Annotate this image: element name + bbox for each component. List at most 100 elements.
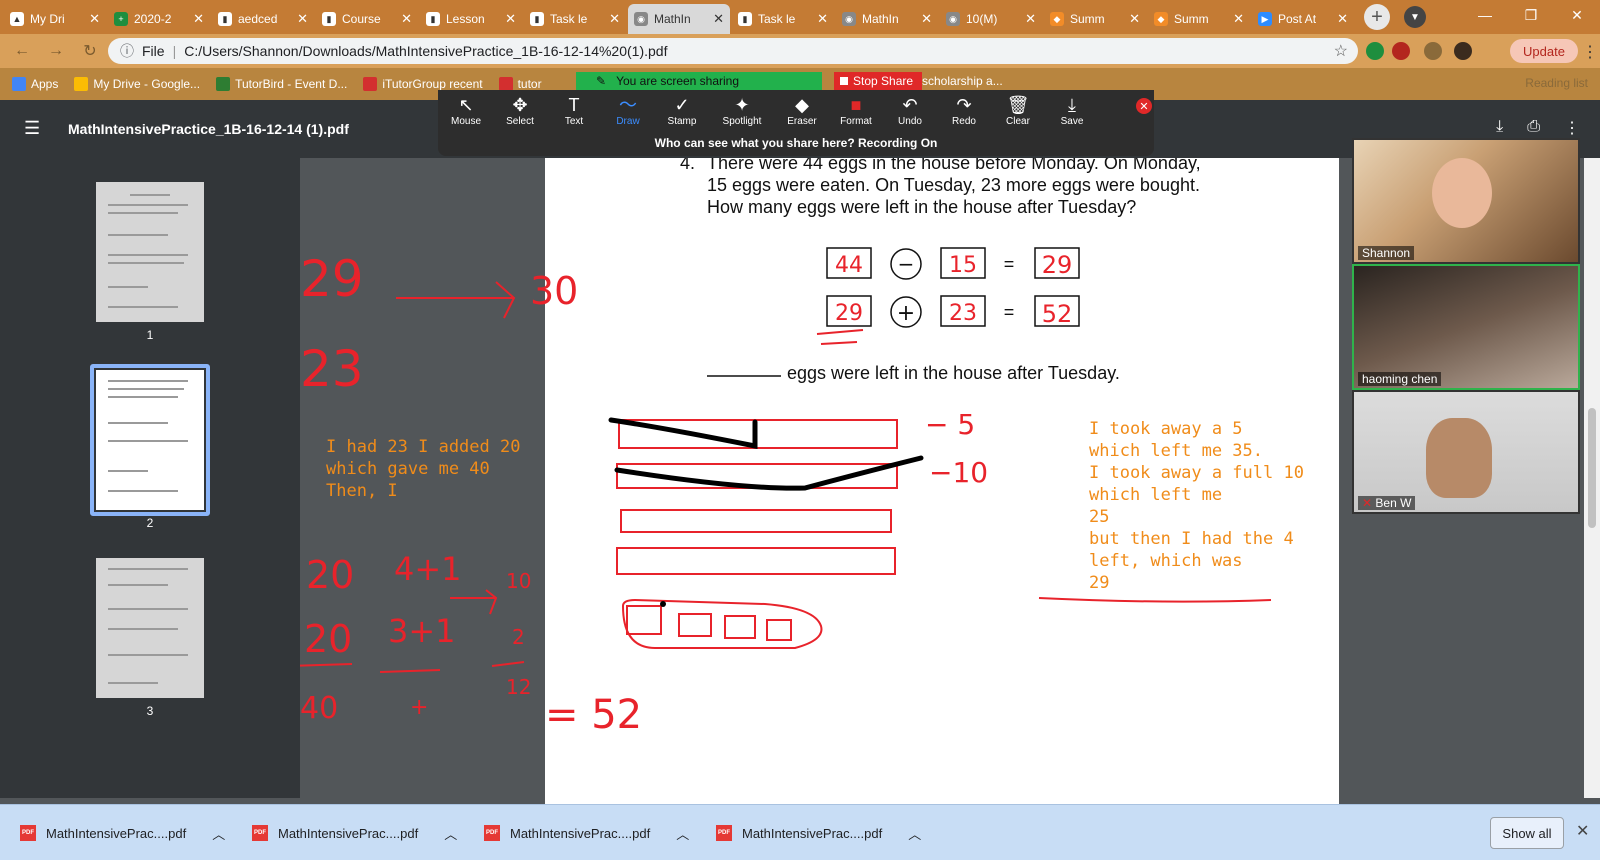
page-thumbnail-3[interactable] [96,558,204,698]
tool-clear[interactable]: 🗑 Clear [994,94,1042,127]
puzzle-icon[interactable] [1424,42,1442,60]
reading-list[interactable]: Reading list [1525,76,1588,90]
bookmark-tutorbird[interactable]: TutorBird - Event D... [216,77,347,91]
tool-label: Clear [1006,116,1030,127]
new-tab-button[interactable]: + [1364,4,1390,30]
close-icon[interactable]: ✕ [401,11,412,27]
reload-icon[interactable]: ↻ [78,39,102,63]
download-item[interactable]: PDF MathIntensivePrac....pdf ︿ [716,819,921,847]
video-tile-ben[interactable]: ✕ Ben W [1352,390,1580,514]
close-icon[interactable]: ✕ [1233,11,1244,27]
browser-tab[interactable]: ◉ MathIn ✕ [836,4,938,34]
bookmark-label: TutorBird - Event D... [235,77,348,91]
handwritten-number: 44 [835,253,863,278]
tool-text[interactable]: T Text [550,94,598,127]
close-icon[interactable]: ✕ [1025,11,1036,27]
info-icon[interactable]: ⓘ [120,41,134,61]
bookmark-tutor[interactable]: tutor [498,77,542,91]
chevron-up-icon[interactable]: ︿ [212,824,225,843]
close-icon[interactable]: ✕ [297,11,308,27]
forward-icon[interactable]: → [44,39,68,63]
save-icon: ⤓ [1068,95,1076,115]
close-icon[interactable]: ✕ [505,11,516,27]
vertical-scrollbar[interactable] [1584,158,1600,798]
show-all-button[interactable]: Show all [1490,817,1564,849]
bookmark-itutorgroup[interactable]: iTutorGroup recent [363,77,483,91]
browser-tab[interactable]: ▲ My Dri ✕ [4,4,106,34]
tool-undo[interactable]: ↶ Undo [886,94,934,127]
browser-tab[interactable]: +2020-2 ✕ [108,4,210,34]
tool-mouse[interactable]: ↖ Mouse [442,94,490,127]
close-toolbar-icon[interactable]: ✕ [1136,98,1152,114]
chevron-up-icon[interactable]: ︿ [444,824,457,843]
browser-tab[interactable]: ◉ 10(M) ✕ [940,4,1042,34]
video-tile-haoming[interactable]: haoming chen [1352,264,1580,390]
tool-select[interactable]: ✥ Select [496,94,544,127]
ublock-icon[interactable] [1392,42,1410,60]
print-icon[interactable]: ⎙ [1527,118,1540,138]
close-icon[interactable]: ✕ [609,11,620,27]
handwritten-number: 23 [949,301,977,326]
bookmark-scholarship[interactable]: scholarship a... [922,74,1003,88]
tool-save[interactable]: ⤓ Save [1048,94,1096,127]
browser-tab[interactable]: ▮ aedced ✕ [212,4,314,34]
close-icon[interactable]: ✕ [921,11,932,27]
browser-tab[interactable]: ▮ Course ✕ [316,4,418,34]
browser-tab[interactable]: ▮ Lesson ✕ [420,4,522,34]
redo-icon: ↷ [956,95,972,115]
page-thumbnail-1[interactable] [96,182,204,322]
close-icon[interactable]: ✕ [193,11,204,27]
close-icon[interactable]: ✕ [713,11,724,27]
browser-tab[interactable]: ▶ Post At ✕ [1252,4,1354,34]
close-downloads-icon[interactable]: ✕ [1576,821,1589,841]
handwritten-number: 2 [512,625,525,649]
ten-frame-box [626,605,662,635]
handwritten-number: 30 [530,269,578,313]
extension-icon[interactable] [1366,42,1384,60]
download-icon[interactable]: ⤓ [1496,118,1503,138]
stop-share-button[interactable]: Stop Share [834,72,922,90]
tool-stamp[interactable]: ✓ Stamp [658,94,706,127]
window-close-icon[interactable]: ✕ [1554,0,1600,30]
tool-redo[interactable]: ↷ Redo [940,94,988,127]
download-item[interactable]: PDF MathIntensivePrac....pdf ︿ [484,819,689,847]
bookmark-my-drive[interactable]: My Drive - Google... [74,77,200,91]
update-button[interactable]: Update [1510,39,1578,63]
address-input[interactable]: ⓘ File | C:/Users/Shannon/Downloads/Math… [108,38,1358,64]
browser-tab[interactable]: ▮ Task le ✕ [524,4,626,34]
download-item[interactable]: PDF MathIntensivePrac....pdf ︿ [20,819,225,847]
back-icon[interactable]: ← [10,39,34,63]
scrollbar-thumb[interactable] [1588,408,1596,528]
more-icon[interactable]: ⋮ [1564,118,1580,138]
menu-icon[interactable]: ⋮ [1582,42,1598,62]
bookmark-star-icon[interactable]: ☆ [1334,41,1348,61]
hamburger-menu-icon[interactable]: ☰ [24,118,40,139]
chevron-up-icon[interactable]: ︿ [908,824,921,843]
restore-icon[interactable]: ❐ [1508,0,1554,30]
close-icon[interactable]: ✕ [89,11,100,27]
video-tile-shannon[interactable]: Shannon [1352,138,1580,264]
tool-spotlight[interactable]: ✦ Spotlight [714,94,770,127]
who-can-see-link[interactable]: Who can see what you share here? Recordi… [438,136,1154,150]
pdf-file-icon: PDF [20,825,36,841]
participant-face [1426,418,1492,498]
minimize-icon[interactable]: — [1462,0,1508,30]
tool-eraser[interactable]: ◆ Eraser [778,94,826,127]
tab-search-icon[interactable]: ▼ [1404,6,1426,28]
participant-name: ✕ Ben W [1358,496,1416,510]
browser-tab[interactable]: ◆ Summ ✕ [1148,4,1250,34]
close-icon[interactable]: ✕ [817,11,828,27]
close-icon[interactable]: ✕ [1337,11,1348,27]
page-icon: ▮ [738,12,752,26]
zoom-annotation-toolbar: ↖ Mouse ✥ Select T Text 〜 Draw ✓ Stamp ✦ Spotl… [438,90,1154,156]
download-item[interactable]: PDF MathIntensivePrac....pdf ︿ [252,819,457,847]
avatar[interactable] [1454,42,1472,60]
browser-tab-active[interactable]: ◉ MathIn ✕ [628,4,730,34]
tool-draw[interactable]: 〜 Draw [604,94,652,127]
close-icon[interactable]: ✕ [1129,11,1140,27]
tool-format[interactable]: ■ Format [832,94,880,127]
browser-tab[interactable]: ◆ Summ ✕ [1044,4,1146,34]
bookmark-apps[interactable]: Apps [12,77,58,91]
browser-tab[interactable]: ▮ Task le ✕ [732,4,834,34]
chevron-up-icon[interactable]: ︿ [676,824,689,843]
